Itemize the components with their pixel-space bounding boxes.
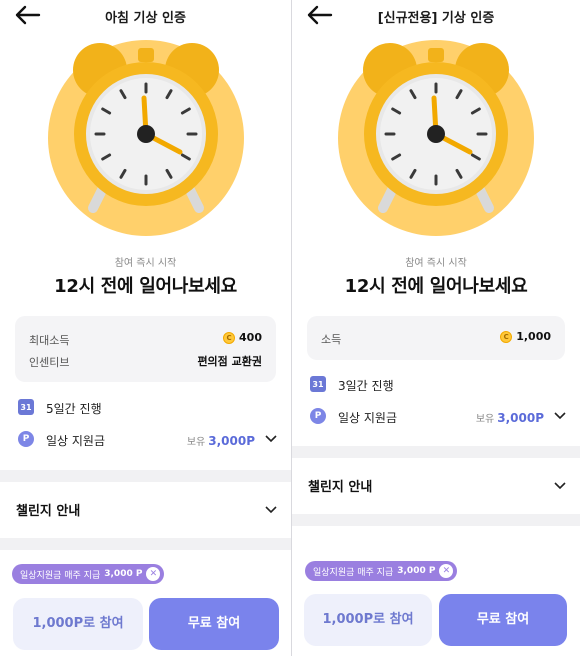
duration-row: 31 3일간 진행: [310, 375, 568, 395]
chevron-down-icon[interactable]: [265, 505, 277, 515]
support-fund-row[interactable]: P 일상 지원금 보유 3,000P: [310, 407, 568, 427]
challenge-guide-toggle[interactable]: 챌린지 안내: [308, 476, 568, 498]
page-title: 아침 기상 인증: [105, 11, 186, 26]
join-free-button[interactable]: 무료 참여: [149, 598, 279, 650]
tooltip-amount: 3,000 P: [104, 569, 143, 579]
info-label: 인센티브: [29, 356, 70, 369]
support-fund-label: 일상 지원금: [338, 411, 398, 425]
info-row-max-income: 최대소득 C 400: [29, 330, 262, 348]
tooltip-amount: 3,000 P: [397, 566, 436, 576]
section-separator: [292, 446, 580, 458]
weekly-fund-tooltip: 일상지원금 매주 지급 3,000 P ✕: [12, 564, 165, 584]
close-icon[interactable]: ✕: [146, 567, 161, 581]
header: 아침 기상 인증: [0, 0, 291, 32]
alarm-clock-illustration: [47, 40, 244, 236]
section-separator: [0, 470, 291, 482]
app-screen: 아침 기상 인증 참여 즉시 시작 12시 전에 일어나보세요 최대소득 C 4…: [0, 0, 580, 656]
reward-info-box: 소득 C 1,000: [307, 316, 565, 360]
tooltip-text: 일상지원금 매주 지급: [20, 570, 101, 581]
support-fund-row[interactable]: P 일상 지원금 보유 3,000P: [18, 430, 279, 450]
subtitle: 참여 즉시 시작: [405, 258, 467, 269]
calendar-icon: 31: [18, 399, 34, 415]
join-free-button[interactable]: 무료 참여: [439, 594, 567, 646]
coin-icon: C: [500, 330, 513, 343]
p-coin-icon: P: [310, 408, 326, 424]
challenge-guide-label: 챌린지 안내: [308, 480, 373, 495]
page-title: [신규전용] 기상 인증: [377, 11, 495, 26]
info-row-incentive: 인센티브 편의점 교환권: [29, 352, 262, 370]
duration-row: 31 5일간 진행: [18, 398, 279, 418]
chevron-down-icon[interactable]: [554, 411, 566, 421]
subtitle: 참여 즉시 시작: [114, 258, 177, 269]
alarm-clock-illustration: [338, 40, 534, 236]
chevron-down-icon[interactable]: [265, 434, 277, 444]
coin-icon: C: [223, 331, 236, 344]
challenge-guide-toggle[interactable]: 챌린지 안내: [16, 500, 279, 522]
join-with-points-button[interactable]: 1,000P로 참여: [304, 594, 432, 646]
p-coin-icon: P: [18, 431, 34, 447]
panel-new-user-wakeup: [신규전용] 기상 인증 참여 즉시 시작 12시 전에 일어나보세요 소득 C…: [292, 0, 580, 656]
challenge-guide-label: 챌린지 안내: [16, 504, 81, 519]
duration-label: 5일간 진행: [46, 402, 102, 416]
tooltip-text: 일상지원금 매주 지급: [313, 567, 394, 578]
info-row-income: 소득 C 1,000: [321, 329, 551, 347]
support-fund-label: 일상 지원금: [46, 434, 106, 448]
weekly-fund-tooltip: 일상지원금 매주 지급 3,000 P ✕: [305, 561, 458, 581]
calendar-icon: 31: [310, 376, 326, 392]
headline: 12시 전에 일어나보세요: [54, 276, 237, 297]
reward-info-box: 최대소득 C 400 인센티브 편의점 교환권: [15, 316, 276, 382]
section-separator: [292, 514, 580, 526]
header: [신규전용] 기상 인증: [292, 0, 580, 32]
info-value: 1,000: [516, 330, 551, 343]
headline: 12시 전에 일어나보세요: [344, 276, 528, 297]
section-separator: [0, 538, 291, 550]
info-label: 최대소득: [29, 334, 70, 347]
chevron-down-icon[interactable]: [554, 481, 566, 491]
info-value: 400: [239, 331, 262, 344]
info-label: 소득: [321, 333, 342, 346]
panel-morning-wakeup: 아침 기상 인증 참여 즉시 시작 12시 전에 일어나보세요 최대소득 C 4…: [0, 0, 291, 656]
holding-balance: 보유 3,000P: [475, 411, 544, 425]
close-icon[interactable]: ✕: [439, 564, 454, 578]
duration-label: 3일간 진행: [338, 379, 394, 393]
holding-balance: 보유 3,000P: [186, 434, 255, 448]
join-with-points-button[interactable]: 1,000P로 참여: [13, 598, 143, 650]
info-value: 편의점 교환권: [197, 355, 262, 368]
